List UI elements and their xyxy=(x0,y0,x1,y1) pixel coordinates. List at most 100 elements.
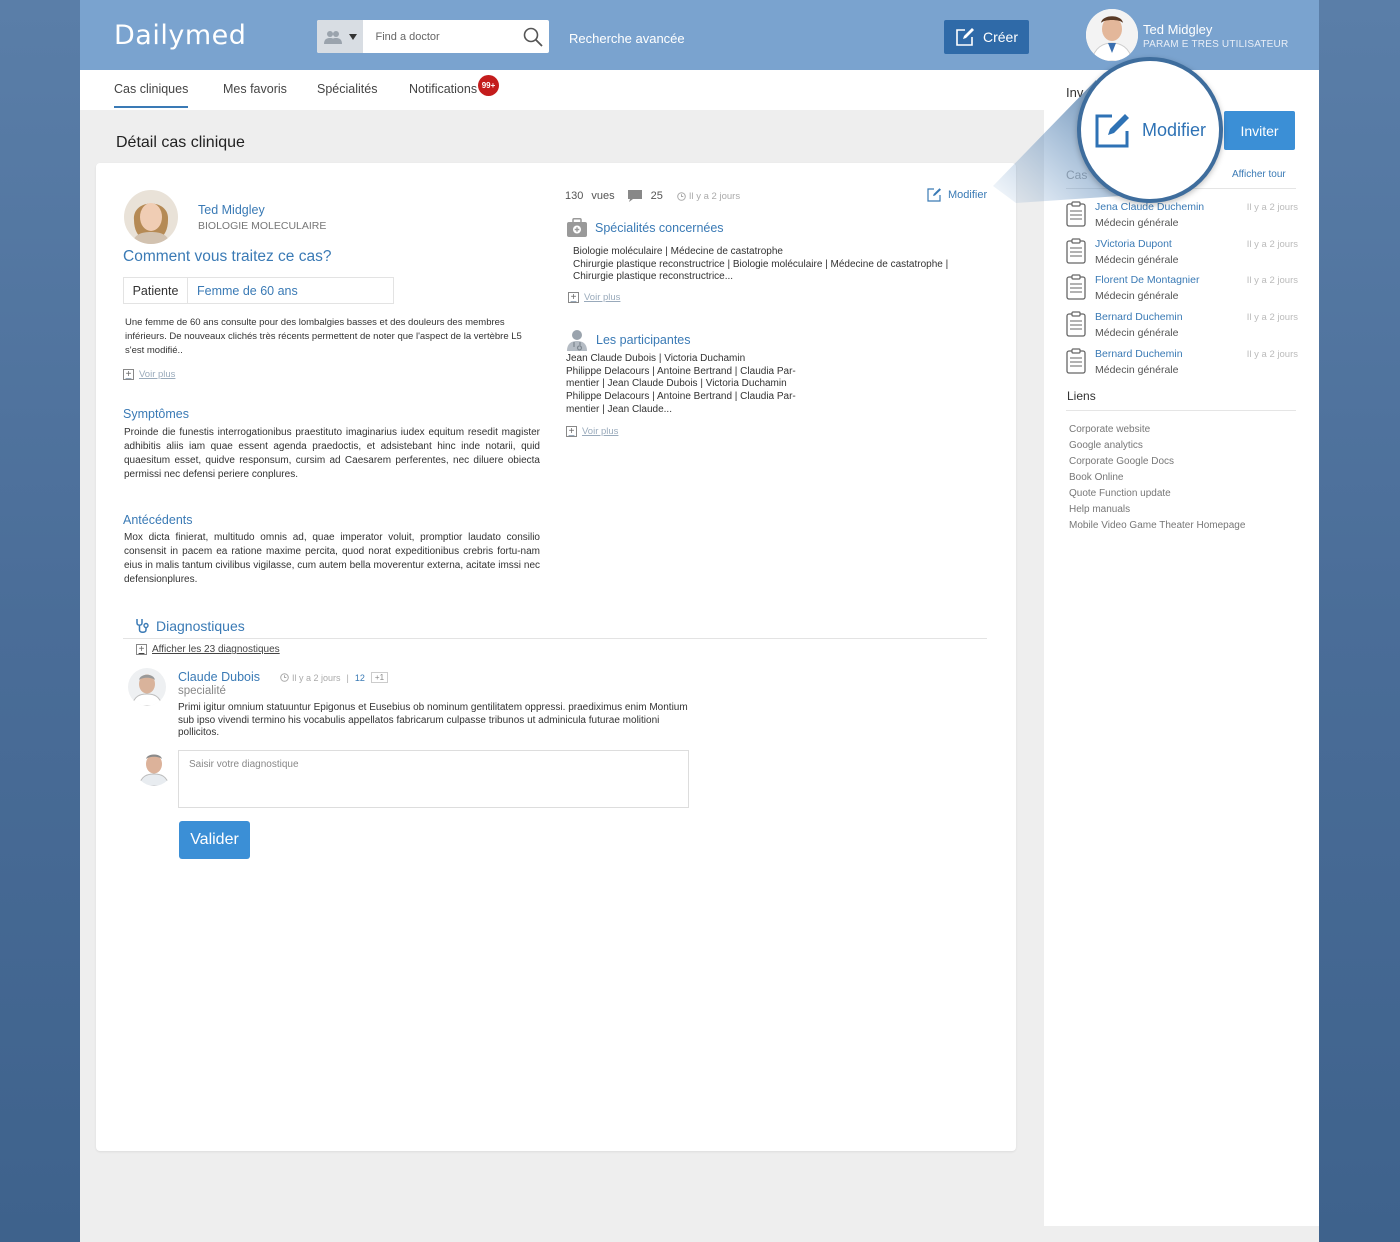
zoom-callout-label: Modifier xyxy=(1141,119,1207,140)
case-time: Il y a 2 jours xyxy=(1246,275,1298,286)
participants-voir-plus-link[interactable]: + Voir plus xyxy=(566,426,618,437)
user-settings-link[interactable]: PARAM E TRES UTILISATEUR xyxy=(1143,39,1288,50)
show-all-cases-link[interactable]: Afficher tour xyxy=(1232,169,1286,180)
link-item[interactable]: Book Online xyxy=(1069,472,1123,483)
search-input[interactable] xyxy=(362,20,518,53)
case-detail-card: Ted Midgley BIOLOGIE MOLECULAIRE Comment… xyxy=(96,163,1016,1151)
case-list-item[interactable]: Bernard Duchemin Médecin générale Il y a… xyxy=(1066,311,1298,345)
author-avatar[interactable] xyxy=(124,190,178,244)
author-specialty: BIOLOGIE MOLECULAIRE xyxy=(198,220,327,232)
search-bar xyxy=(317,20,549,53)
plus-icon: + xyxy=(123,369,134,380)
clipboard-icon xyxy=(1066,348,1086,374)
stethoscope-icon xyxy=(136,619,149,633)
tab-notifications-label: Notifications xyxy=(409,82,478,96)
search-type-dropdown[interactable] xyxy=(317,20,363,53)
voir-plus-label: Voir plus xyxy=(584,292,621,303)
case-time-text: Il y a 2 jours xyxy=(688,190,741,202)
symptoms-text: Proinde die funestis interrogationibus p… xyxy=(124,427,540,480)
case-author-name: Florent De Montagnier xyxy=(1095,274,1200,286)
invite-button[interactable]: Inviter xyxy=(1224,111,1295,150)
commenter-avatar[interactable] xyxy=(128,668,166,706)
case-author-role: Médecin générale xyxy=(1095,327,1179,339)
participants-title: Les participantes xyxy=(596,333,691,347)
link-item[interactable]: Corporate website xyxy=(1069,424,1150,435)
patient-value: Femme de 60 ans xyxy=(197,283,298,298)
participants-line: mentier | Jean Claude Dubois | Victoria … xyxy=(566,378,787,390)
comment-meta: Il y a 2 jours | 12 +1 xyxy=(280,672,389,683)
logo[interactable]: Dailymed xyxy=(114,20,246,51)
case-time: Il y a 2 jours xyxy=(1246,349,1298,360)
patient-label: Patiente xyxy=(124,278,188,303)
specialties-voir-plus-link[interactable]: + Voir plus xyxy=(568,292,620,303)
cases-label: Cas xyxy=(1066,168,1088,182)
author-name[interactable]: Ted Midgley xyxy=(198,203,265,217)
specialties-heading: Spécialités concernées xyxy=(567,218,724,237)
voir-plus-label: Voir plus xyxy=(139,369,176,380)
plus-icon: + xyxy=(136,644,147,655)
show-all-diagnostics-link[interactable]: + Afficher les 23 diagnostiques xyxy=(136,644,280,655)
participants-heading: Les participantes xyxy=(566,329,691,351)
search-button[interactable] xyxy=(518,20,550,53)
voir-plus-label: Voir plus xyxy=(582,426,619,437)
case-time: Il y a 2 jours xyxy=(677,191,740,202)
plus-icon: + xyxy=(566,426,577,437)
case-list-item[interactable]: Jena Claude Duchemin Médecin générale Il… xyxy=(1066,201,1298,235)
divider xyxy=(1066,410,1296,411)
description-voir-plus-link[interactable]: + Voir plus xyxy=(123,369,175,380)
commenter-name[interactable]: Claude Dubois xyxy=(178,670,260,684)
user-name[interactable]: Ted Midgley xyxy=(1143,22,1212,37)
case-author-role: Médecin générale xyxy=(1095,290,1179,302)
case-list-item[interactable]: Florent De Montagnier Médecin générale I… xyxy=(1066,274,1298,308)
views-count: 130 xyxy=(565,190,584,202)
link-item[interactable]: Google analytics xyxy=(1069,440,1143,451)
diagnostic-input[interactable] xyxy=(178,750,689,808)
tab-notifications[interactable]: Notifications 99+ xyxy=(409,75,499,96)
medical-kit-icon xyxy=(567,218,587,237)
links-title: Liens xyxy=(1067,389,1096,403)
search-icon xyxy=(523,27,543,47)
show-all-diagnostics-label: Afficher les 23 diagnostiques xyxy=(152,644,280,655)
clipboard-icon xyxy=(1066,201,1086,227)
case-list-item[interactable]: JVictoria Dupont Médecin générale Il y a… xyxy=(1066,238,1298,272)
link-item[interactable]: Corporate Google Docs xyxy=(1069,456,1174,467)
comment-vote-count: 12 xyxy=(354,672,365,683)
notification-badge: 99+ xyxy=(478,75,499,96)
views-label: vues xyxy=(591,190,615,202)
modifier-link-label: Modifier xyxy=(948,188,988,201)
specialties-list: Biologie moléculaire | Médecine de casta… xyxy=(573,246,948,284)
plus-one-button[interactable]: +1 xyxy=(370,672,389,683)
participants-line: mentier | Jean Claude... xyxy=(566,403,672,415)
create-button[interactable]: Créer xyxy=(944,20,1029,54)
case-author-role: Médecin générale xyxy=(1095,217,1179,229)
participants-line: Philippe Delacours | Antoine Bertrand | … xyxy=(566,365,796,377)
link-item[interactable]: Quote Function update xyxy=(1069,488,1171,499)
invite-label: Inv xyxy=(1066,85,1084,100)
divider xyxy=(123,638,987,639)
participants-list: Jean Claude Dubois | Victoria Duchamin P… xyxy=(566,353,796,417)
case-list-item[interactable]: Bernard Duchemin Médecin générale Il y a… xyxy=(1066,348,1298,382)
link-item[interactable]: Mobile Video Game Theater Homepage xyxy=(1069,520,1245,531)
tab-mes-favoris[interactable]: Mes favoris xyxy=(223,82,287,96)
tab-cas-cliniques[interactable]: Cas cliniques xyxy=(114,82,189,108)
modifier-link[interactable]: Modifier xyxy=(927,187,987,202)
link-item[interactable]: Help manuals xyxy=(1069,504,1130,515)
comment-time-text: Il y a 2 jours xyxy=(292,672,341,683)
main-nav: Cas cliniques Mes favoris Spécialités No… xyxy=(80,70,1044,110)
create-button-label: Créer xyxy=(982,29,1018,45)
edit-icon xyxy=(956,28,974,46)
advanced-search-link[interactable]: Recherche avancée xyxy=(569,31,685,46)
comments-count: 25 xyxy=(650,190,663,202)
participants-line: Philippe Delacours | Antoine Bertrand | … xyxy=(566,391,796,403)
users-icon xyxy=(323,30,342,44)
diagnostics-title: Diagnostiques xyxy=(156,618,245,634)
clipboard-icon xyxy=(1066,274,1086,300)
comment-text: Primi igitur omnium statuuntur Epigonus … xyxy=(178,702,688,738)
plus-icon: + xyxy=(568,292,579,303)
symptoms-title: Symptômes xyxy=(123,407,189,421)
commenter-specialty: specialité xyxy=(178,685,226,697)
tab-specialites[interactable]: Spécialités xyxy=(317,82,377,96)
valider-button[interactable]: Valider xyxy=(179,821,250,859)
case-time: Il y a 2 jours xyxy=(1246,312,1298,323)
user-avatar[interactable] xyxy=(1086,9,1138,61)
